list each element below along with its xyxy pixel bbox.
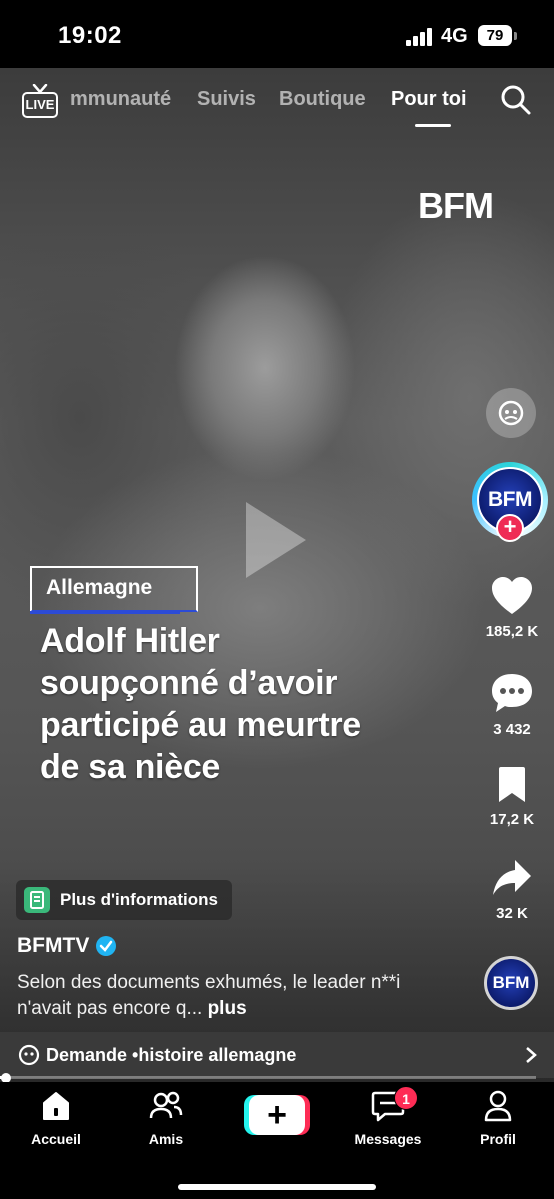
share-icon [493,860,531,895]
battery-tip [514,32,517,40]
live-label: LIVE [22,92,58,118]
plus-icon: + [249,1095,305,1135]
comment-count: 3 432 [493,721,531,738]
search-icon[interactable] [500,84,532,116]
home-icon [43,1092,69,1120]
nav-profile-label: Profil [480,1131,516,1147]
cellular-signal-icon [406,28,434,46]
home-indicator [178,1184,376,1190]
share-count: 32 K [496,905,528,922]
topic-tag: Allemagne [46,576,153,599]
headline-line: Adolf Hitler [40,622,220,660]
profile-icon [484,1090,512,1122]
document-icon [24,887,50,913]
nav-inbox-label: Messages [354,1131,422,1147]
like-count: 185,2 K [485,623,539,640]
status-bar: 19:02 4G 79 [0,0,554,68]
video-progress-bar[interactable] [0,1073,554,1083]
search-suggestion-bar[interactable]: Demande • histoire allemagne [0,1032,554,1078]
verified-icon [96,936,117,956]
play-icon[interactable] [246,502,306,578]
follow-button[interactable]: + [496,514,524,542]
see-more-link[interactable]: plus [208,998,247,1019]
progress-track [0,1076,536,1079]
creator-name: BFMTV [17,934,90,957]
comment-icon [492,674,532,712]
save-button[interactable]: 17,2 K [472,766,552,828]
status-time: 19:02 [58,22,122,49]
headline-line: participé au meurtre [40,706,361,744]
more-info-button[interactable]: Plus d'informations [16,880,232,920]
inbox-badge: 1 [394,1086,418,1110]
chevron-right-icon [526,1047,537,1063]
search-query: histoire allemagne [138,1044,297,1065]
active-tab-indicator [415,124,451,127]
friends-icon [149,1091,183,1119]
tab-pour-toi[interactable]: Pour toi [391,88,467,111]
creator-avatar-button[interactable]: BFM + [470,462,550,542]
headline-line: de sa nièce [40,748,221,786]
nav-friends-label: Amis [148,1131,184,1147]
face-search-icon [18,1044,40,1066]
nav-home-label: Accueil [31,1131,81,1147]
nav-profile[interactable]: Profil [468,1090,528,1147]
headline-line: soupçonné d’avoir [40,664,338,702]
creator-name-link[interactable]: BFMTV [17,934,117,958]
comment-button[interactable]: 3 432 [472,672,552,738]
tab-communaute[interactable]: mmunauté [70,88,171,111]
network-type: 4G [441,25,468,47]
more-info-label: Plus d'informations [60,890,218,909]
heart-icon [492,577,532,614]
video-description[interactable]: Selon des documents exhumés, le leader n… [17,970,457,1022]
nav-home[interactable]: Accueil [26,1090,86,1147]
tab-suivis[interactable]: Suivis [197,88,256,111]
effect-button[interactable] [486,388,536,438]
tab-boutique[interactable]: Boutique [279,88,366,111]
nav-friends[interactable]: Amis [136,1090,196,1147]
live-icon[interactable]: LIVE [22,84,58,120]
video-headline: Adolf Hitler soupçonné d’avoir participé… [40,620,460,788]
share-button[interactable]: 32 K [472,858,552,922]
face-icon [498,400,524,426]
top-navigation: LIVE mmunauté Suivis Boutique Pour toi [0,68,554,138]
search-prefix: Demande • [46,1044,139,1065]
create-button[interactable]: + [244,1095,310,1135]
sound-avatar[interactable]: BFM [484,956,538,1010]
channel-watermark: BFM [418,185,494,226]
bottom-navigation: Accueil Amis + Messages 1 Profil [0,1082,554,1199]
battery-icon: 79 [478,25,512,46]
like-button[interactable]: 185,2 K [472,576,552,640]
save-count: 17,2 K [489,811,535,828]
bookmark-icon [499,767,525,802]
